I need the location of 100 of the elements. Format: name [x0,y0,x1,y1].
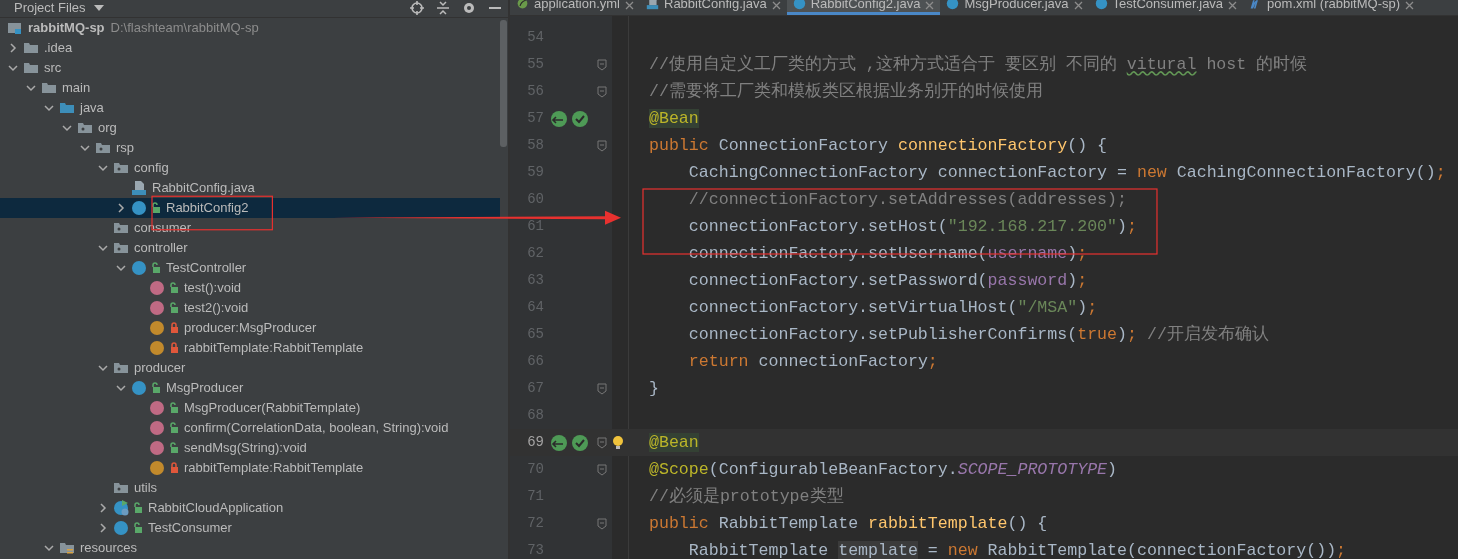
chevron-icon[interactable] [97,242,109,254]
chevron-icon[interactable] [43,102,55,114]
package-icon [77,120,93,136]
tree-row[interactable]: rabbitMQ-sp D:\flashteam\rabbitMQ-sp [0,18,500,38]
tree-row[interactable]: RabbitConfig2 [0,198,500,218]
item-label: rabbitTemplate:RabbitTemplate [184,339,364,358]
lightbulb-icon[interactable] [612,434,624,451]
chevron-icon[interactable] [97,522,109,534]
item-label: producer [134,359,186,378]
code-line: //需要将工厂类和模板类区根据业务别开的时候使用 [648,81,1043,103]
tree-row[interactable]: TestController [0,258,500,278]
tree-row[interactable]: controller [0,238,500,258]
item-label: rabbitMQ-sp [28,19,105,38]
code-line: return connectionFactory; [687,351,938,373]
close-icon[interactable] [1073,1,1083,10]
chevron-icon[interactable] [25,82,37,94]
tree-row[interactable]: rabbitTemplate:RabbitTemplate [0,458,500,478]
chevron-icon[interactable] [7,42,19,54]
chevron-icon[interactable] [97,362,109,374]
item-label: test2():void [184,299,249,318]
locate-icon[interactable] [410,1,424,15]
item-label: controller [134,239,188,258]
fold-icon[interactable] [597,85,607,98]
file-icon [646,0,659,10]
tree-row[interactable]: rabbitTemplate:RabbitTemplate [0,338,500,358]
tree-row[interactable]: config [0,158,500,178]
chevron-icon[interactable] [61,122,73,134]
code-line: connectionFactory.setHost("192.168.217.200"); [687,216,1137,238]
chevron-icon[interactable] [115,262,127,274]
folder-icon [59,100,75,116]
tree-row[interactable]: rsp [0,138,500,158]
tree-row[interactable]: RabbitConfig.java [0,178,500,198]
tree-row[interactable]: resources [0,538,500,558]
check-icon[interactable] [571,109,589,128]
code-line: RabbitTemplate template = new RabbitTemplate(connectionFactory()); [687,540,1347,559]
class-icon [792,0,806,10]
package-icon [113,240,129,256]
tree-row[interactable]: TestConsumer [0,518,500,538]
folder-icon [23,40,39,56]
close-icon[interactable] [925,1,935,10]
item-label: RabbitConfig2 [166,199,249,218]
package-icon [113,220,129,236]
fold-icon[interactable] [597,58,607,71]
item-label: org [98,119,117,138]
chevron-icon[interactable] [115,382,127,394]
fold-icon[interactable] [597,517,607,530]
chevron-icon[interactable] [7,62,19,74]
class-icon [131,380,147,396]
tree-row[interactable]: sendMsg(String):void [0,438,500,458]
settings-icon[interactable] [462,1,476,15]
path-text: D:\flashteam\rabbitMQ-sp [110,19,259,38]
tree-row[interactable]: MsgProducer [0,378,500,398]
view-dropdown[interactable]: Project Files [6,1,104,17]
close-icon[interactable] [625,1,634,10]
item-label: RabbitConfig.java [152,179,255,198]
close-icon[interactable] [1405,1,1415,10]
tree-row[interactable]: utils [0,478,500,498]
chevron-icon[interactable] [97,502,109,514]
code-line: //connectionFactory.setAddresses(addresses); [687,189,1127,211]
field-icon [149,460,165,476]
tree-row[interactable]: main [0,78,500,98]
method-icon [149,440,165,456]
tree-row[interactable]: MsgProducer(RabbitTemplate) [0,398,500,418]
tree-row[interactable]: test2():void [0,298,500,318]
package-icon [113,360,129,376]
check-icon[interactable] [571,433,589,452]
method-icon [149,420,165,436]
code-line: public ConnectionFactory connectionFactory() { [648,135,1108,157]
class-icon [113,520,129,536]
item-label: src [44,59,62,78]
tree-row[interactable]: src [0,58,500,78]
tree-row[interactable]: RabbitCloudApplication [0,498,500,518]
collapse-icon[interactable] [436,1,450,15]
close-icon[interactable] [771,1,781,10]
item-label: utils [134,479,158,498]
item-label: rabbitTemplate:RabbitTemplate [184,459,364,478]
tree-row[interactable]: producer [0,358,500,378]
item-label: sendMsg(String):void [184,439,307,458]
folder-icon [41,80,57,96]
tree-row[interactable]: test():void [0,278,500,298]
tree-row[interactable]: org [0,118,500,138]
fold-icon[interactable] [597,382,607,395]
chevron-icon[interactable] [79,142,91,154]
fold-icon[interactable] [597,139,607,152]
item-label: config [134,159,169,178]
chevron-icon[interactable] [115,202,127,214]
code-line: connectionFactory.setPublisherConfirms(true); //开启发布确认 [687,323,1269,346]
close-icon[interactable] [1228,1,1238,10]
tree-row[interactable]: java [0,98,500,118]
file-icon [131,180,147,196]
chevron-icon[interactable] [43,542,55,554]
fold-icon[interactable] [597,463,607,476]
tree-row[interactable]: confirm(CorrelationData, boolean, String):void [0,418,500,438]
tree-row[interactable]: .idea [0,38,500,58]
field-icon [149,340,165,356]
scrollbar-thumb[interactable] [500,20,507,147]
chevron-icon[interactable] [97,162,109,174]
fold-icon[interactable] [597,436,607,449]
item-label: java [80,99,104,118]
tree-row[interactable]: producer:MsgProducer [0,318,500,338]
